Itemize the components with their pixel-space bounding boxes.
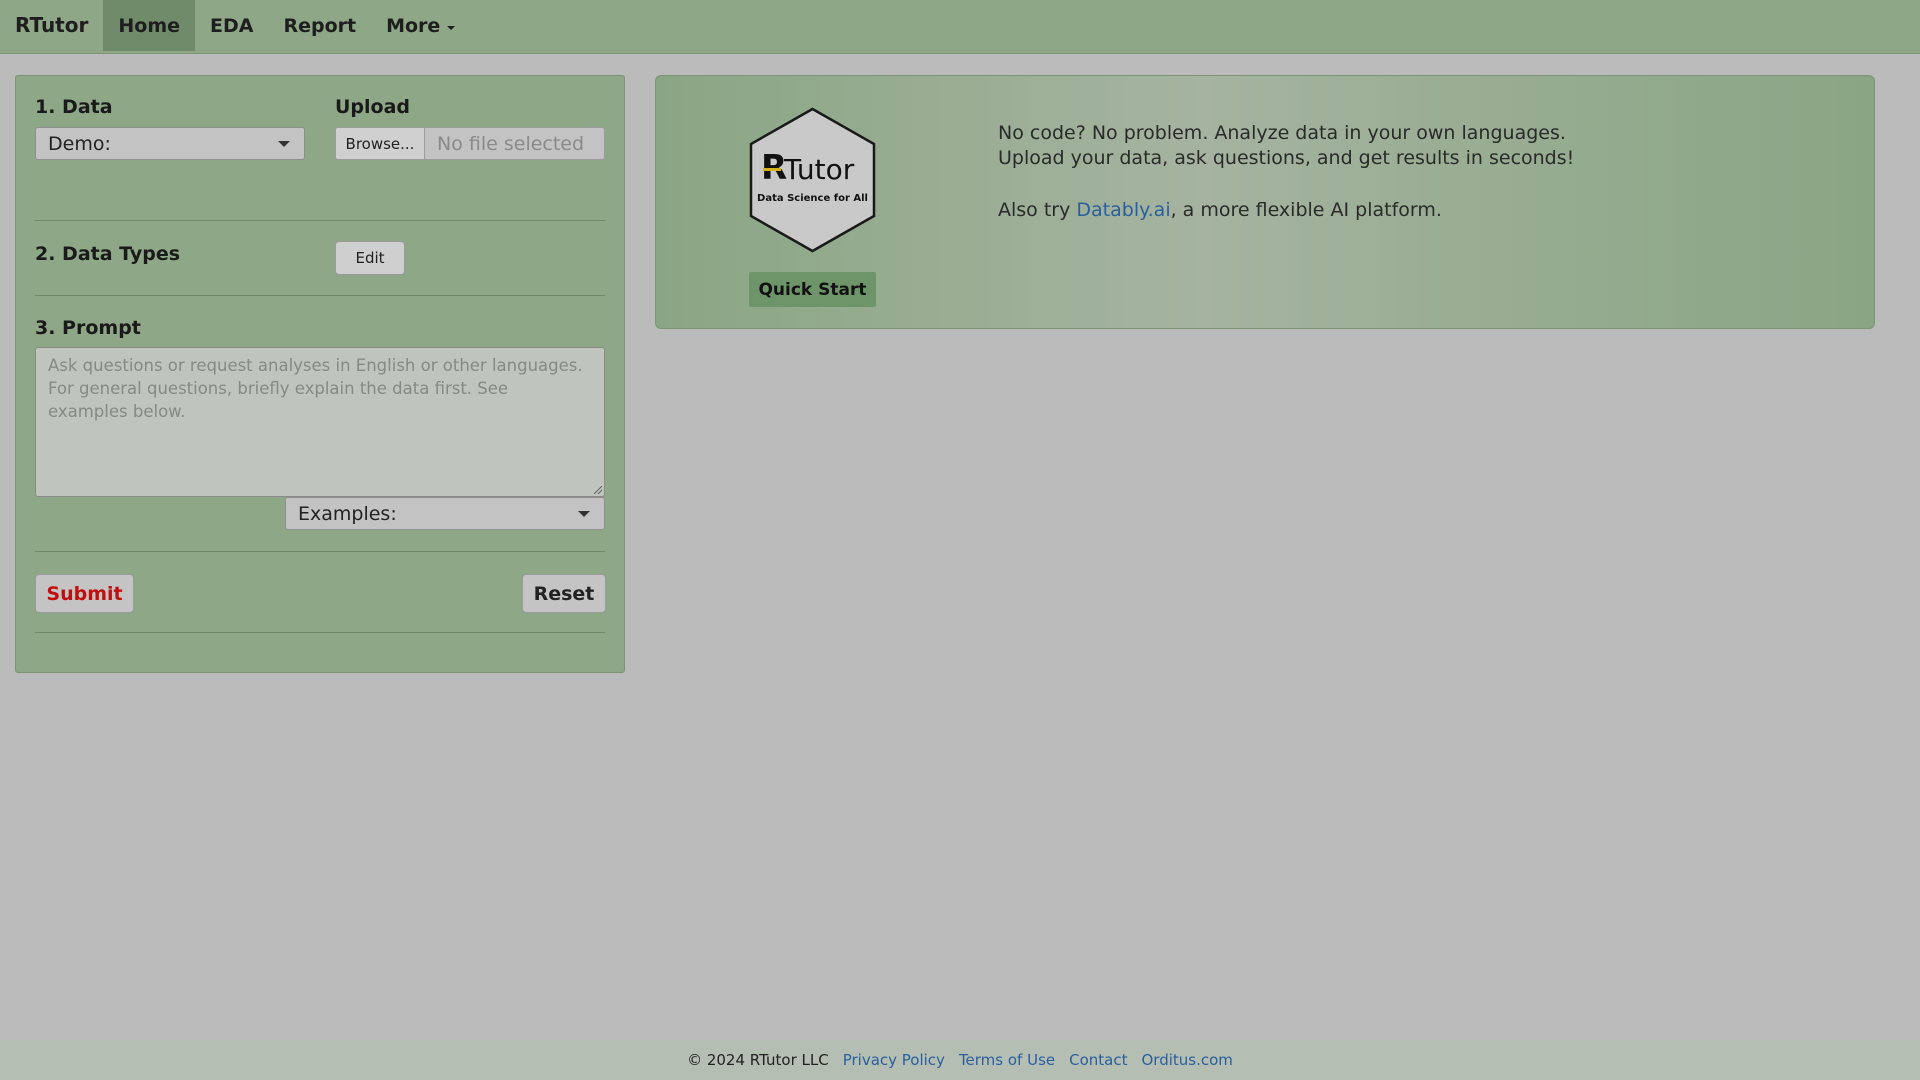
brand-title[interactable]: RTutor: [0, 0, 103, 50]
logo-text: Tutor: [783, 153, 855, 186]
file-name-field[interactable]: No file selected: [425, 127, 605, 160]
page-footer: © 2024 RTutor LLC Privacy Policy Terms o…: [0, 1040, 1920, 1080]
contact-link[interactable]: Contact: [1069, 1051, 1127, 1069]
tab-eda[interactable]: EDA: [195, 0, 268, 51]
demo-data-select[interactable]: Demo:: [35, 127, 305, 160]
chevron-down-icon: [278, 140, 290, 147]
divider: [35, 220, 605, 221]
upload-label: Upload: [335, 96, 411, 118]
rtutor-logo: R Tutor Data Science for All: [749, 107, 876, 253]
reset-button[interactable]: Reset: [522, 574, 606, 613]
prompt-textarea[interactable]: Ask questions or request analyses in Eng…: [35, 347, 605, 497]
caret-down-icon: [447, 25, 456, 30]
banner-line-2: Upload your data, ask questions, and get…: [998, 147, 1575, 169]
divider: [35, 632, 605, 633]
resize-handle-icon[interactable]: [594, 486, 602, 494]
privacy-policy-link[interactable]: Privacy Policy: [843, 1051, 945, 1069]
demo-select-value: Demo:: [48, 132, 111, 155]
divider: [35, 551, 605, 552]
tab-more-dropdown[interactable]: More: [371, 0, 470, 51]
also-try-prefix: Also try: [998, 199, 1077, 221]
footer-copyright: © 2024 RTutor LLC: [687, 1051, 829, 1069]
edit-data-types-button[interactable]: Edit: [335, 241, 405, 275]
examples-select[interactable]: Examples:: [285, 497, 605, 530]
tab-home[interactable]: Home: [103, 0, 195, 51]
divider: [35, 295, 605, 296]
browse-button[interactable]: Browse...: [335, 127, 425, 160]
sidebar-panel: 1. Data Upload Demo: Browse... No file s…: [15, 75, 625, 673]
prompt-section-title: 3. Prompt: [35, 317, 141, 339]
logo-tagline: Data Science for All: [757, 193, 868, 204]
banner-line-1: No code? No problem. Analyze data in you…: [998, 122, 1566, 144]
tab-more-label: More: [386, 14, 441, 37]
top-navbar: RTutor Home EDA Report More: [0, 0, 1920, 54]
examples-select-value: Examples:: [298, 502, 397, 525]
also-try-suffix: , a more flexible AI platform.: [1170, 199, 1442, 221]
chevron-down-icon: [578, 510, 590, 517]
datably-link[interactable]: Datably.ai: [1076, 199, 1170, 221]
tab-home-label: Home: [118, 14, 180, 37]
terms-of-use-link[interactable]: Terms of Use: [959, 1051, 1055, 1069]
data-types-title: 2. Data Types: [35, 243, 181, 265]
quick-start-button[interactable]: Quick Start: [749, 272, 876, 307]
submit-button[interactable]: Submit: [35, 574, 134, 613]
welcome-banner: R Tutor Data Science for All Quick Start…: [655, 75, 1875, 329]
tab-report[interactable]: Report: [268, 0, 371, 51]
tab-eda-label: EDA: [210, 14, 254, 37]
orditus-link[interactable]: Orditus.com: [1142, 1051, 1233, 1069]
tab-report-label: Report: [283, 14, 357, 37]
banner-also-try: Also try Datably.ai, a more flexible AI …: [998, 199, 1442, 221]
data-section-title: 1. Data: [35, 96, 113, 118]
